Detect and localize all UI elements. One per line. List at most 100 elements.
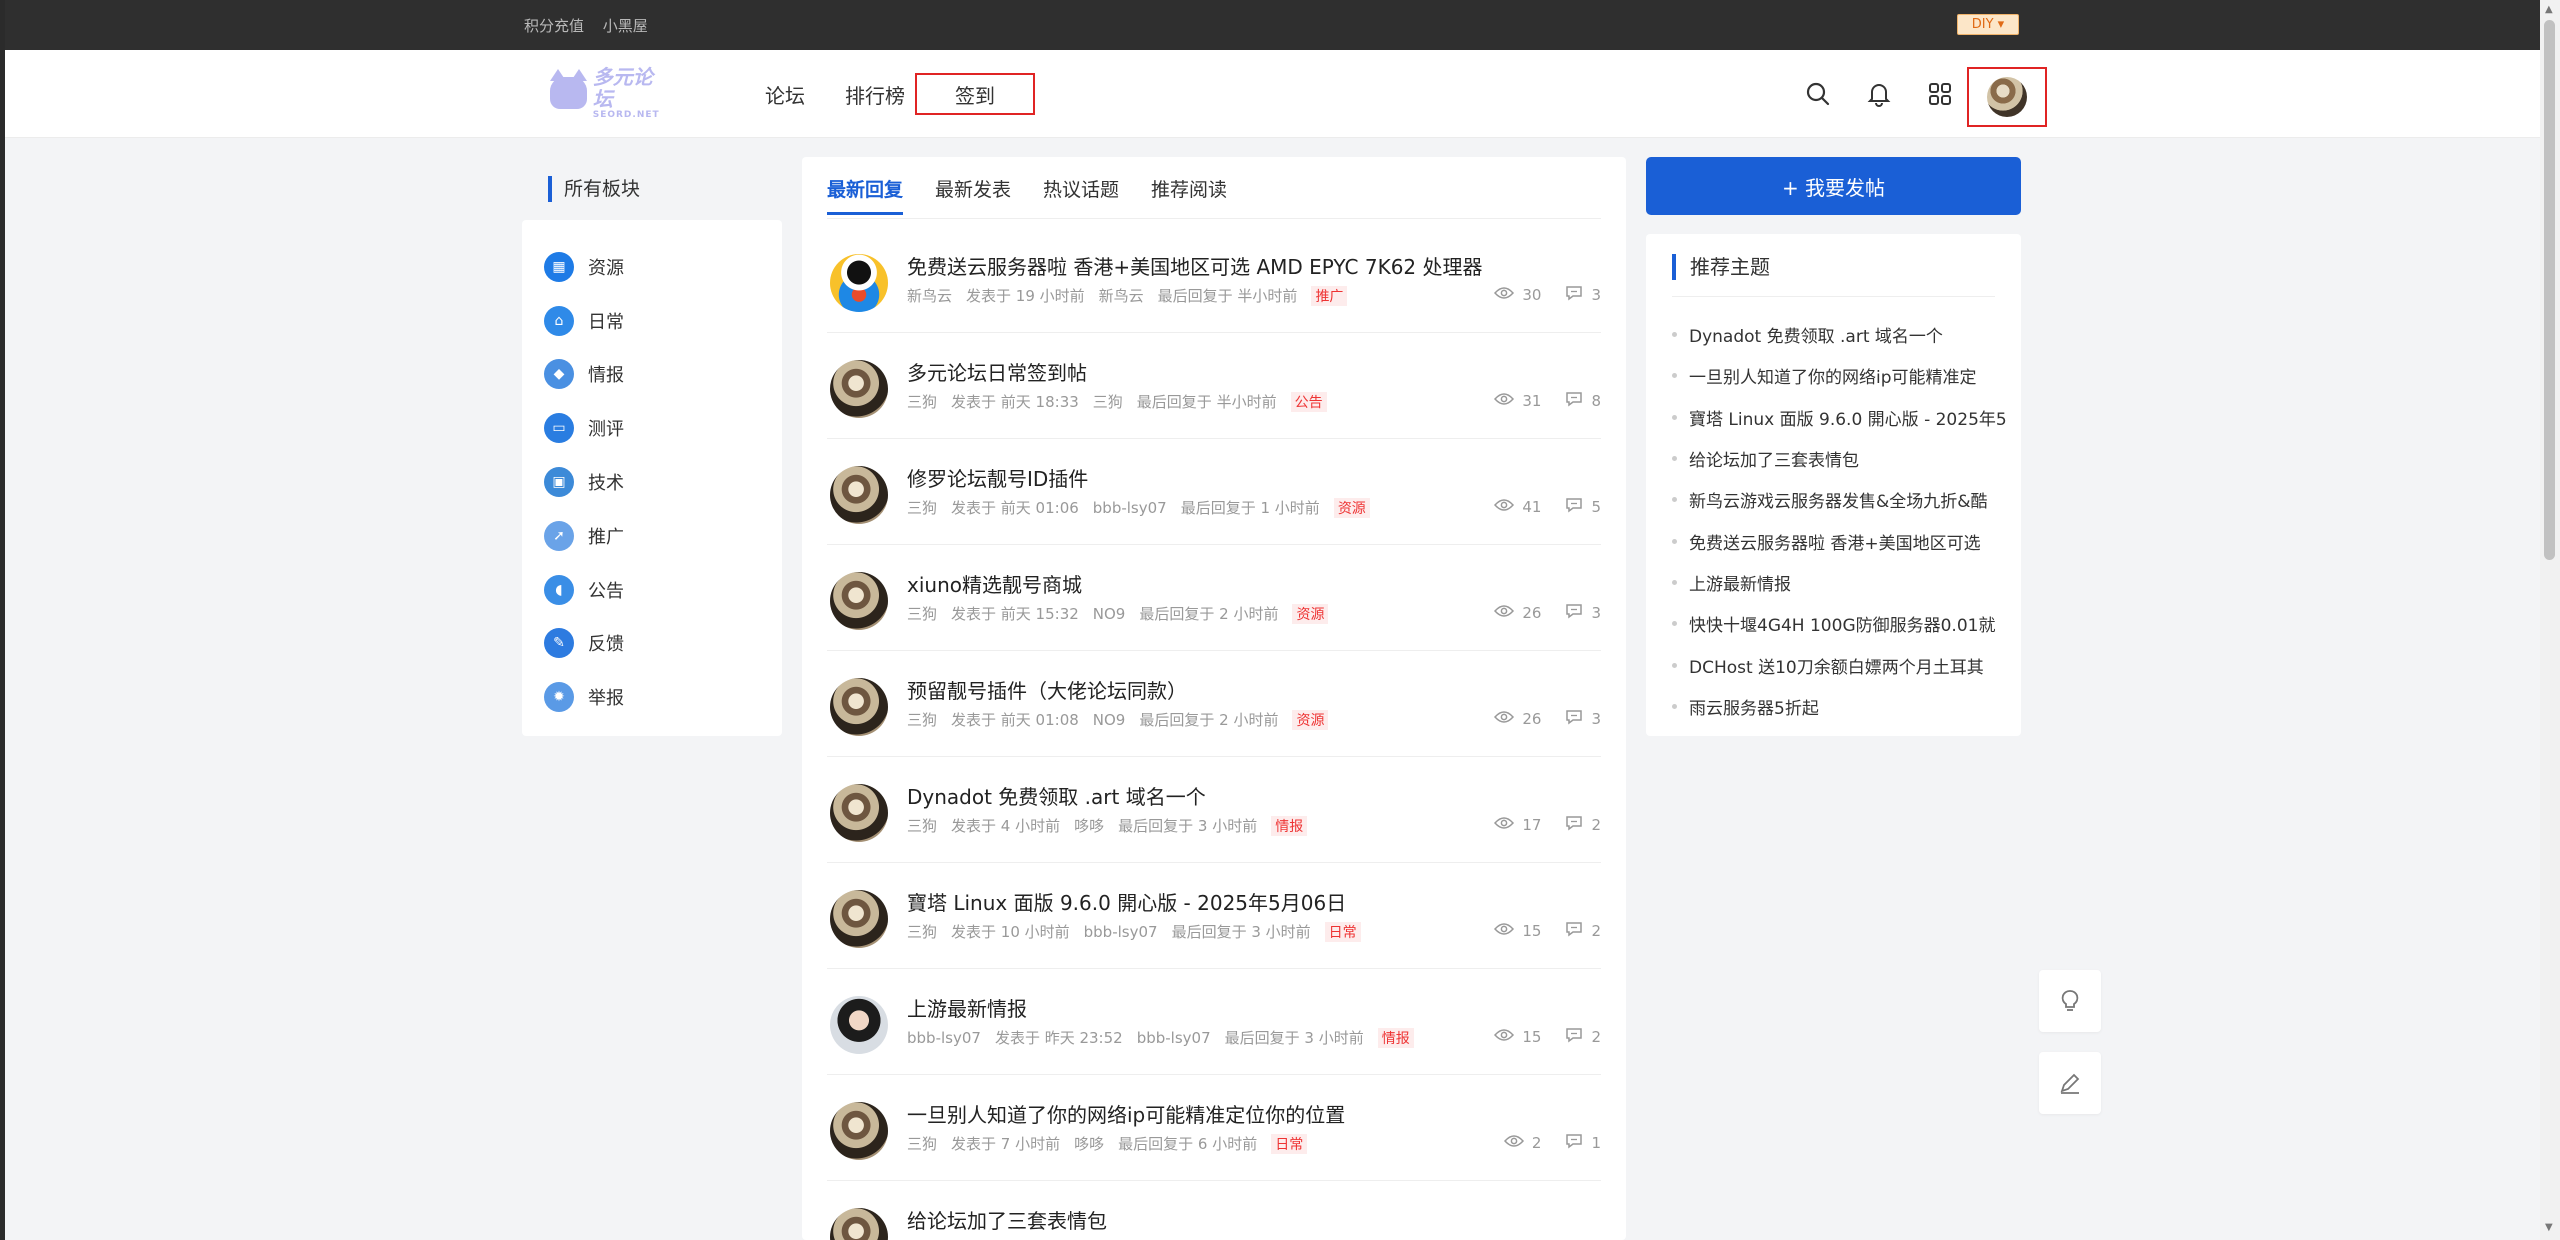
avatar[interactable] (830, 466, 888, 524)
thread-author[interactable]: 三狗 (907, 497, 937, 518)
thread-tag-badge[interactable]: 资源 (1292, 709, 1329, 730)
tab-latest-reply[interactable]: 最新回复 (827, 175, 904, 215)
logo-text: 多元论坛 (592, 65, 653, 111)
thread-author[interactable]: 三狗 (907, 391, 937, 412)
avatar[interactable] (830, 1102, 888, 1160)
thread-author[interactable]: 三狗 (907, 815, 937, 836)
site-logo[interactable]: 多元论坛 SEORD.NET (550, 66, 670, 120)
thread-row[interactable]: 一旦别人知道了你的网络ip可能精准定位你的位置 三狗 发表于 7 小时前 哆哆 最后回复… (827, 1075, 1601, 1181)
sidebar-item-announce[interactable]: ◖ 公告 (522, 563, 782, 617)
thread-title[interactable]: 给论坛加了三套表情包 (907, 1205, 1107, 1234)
edit-icon[interactable] (2039, 1052, 2101, 1114)
new-post-button[interactable]: + 我要发帖 (1646, 157, 2021, 215)
thread-tag-badge[interactable]: 日常 (1324, 921, 1361, 942)
recommend-item[interactable]: 寶塔 Linux 面版 9.6.0 開心版 - 2025年5 (1672, 397, 2012, 438)
thread-row[interactable]: 上游最新情报 bbb-lsy07 发表于 昨天 23:52 bbb-lsy07 最后回复… (827, 969, 1601, 1075)
thread-author[interactable]: 新鸟云 (907, 285, 952, 306)
avatar[interactable] (830, 784, 888, 842)
lightbulb-icon[interactable] (2039, 970, 2101, 1032)
thread-author[interactable]: bbb-lsy07 (907, 1029, 981, 1047)
avatar[interactable] (830, 890, 888, 948)
tab-hot-topics[interactable]: 热议话题 (1043, 175, 1119, 215)
page-scrollbar[interactable]: ▲ ▼ (2540, 0, 2560, 1240)
search-icon[interactable] (1800, 76, 1836, 112)
recommend-item[interactable]: 免费送云服务器啦 香港+美国地区可选 (1672, 520, 2012, 561)
diy-button[interactable]: DIY ▾ (1957, 14, 2019, 35)
thread-last-user[interactable]: NO9 (1093, 711, 1126, 729)
thread-last-user[interactable]: 哆哆 (1074, 815, 1104, 836)
thread-last-user[interactable]: 哆哆 (1074, 1133, 1104, 1154)
thread-author[interactable]: 三狗 (907, 709, 937, 730)
sidebar-item-feedback[interactable]: ✎ 反馈 (522, 617, 782, 671)
thread-title[interactable]: 上游最新情报 (907, 993, 1027, 1022)
thread-title[interactable]: 预留靓号插件（大佬论坛同款） (907, 675, 1187, 704)
recommend-item[interactable]: DCHost 送10刀余额白嫖两个月土耳其 (1672, 644, 2012, 685)
thread-title[interactable]: 寶塔 Linux 面版 9.6.0 開心版 - 2025年5月06日 (907, 887, 1346, 916)
thread-tag-badge[interactable]: 资源 (1292, 603, 1329, 624)
thread-row[interactable]: 修罗论坛靓号ID插件 三狗 发表于 前天 01:06 bbb-lsy07 最后回复于 1… (827, 439, 1601, 545)
thread-row[interactable]: 寶塔 Linux 面版 9.6.0 開心版 - 2025年5月06日 三狗 发表于 … (827, 863, 1601, 969)
user-avatar-button[interactable] (1967, 67, 2047, 127)
sidebar-item-report[interactable]: ✹ 举报 (522, 670, 782, 724)
scrollbar-thumb[interactable] (2544, 20, 2555, 560)
thread-last-user[interactable]: bbb-lsy07 (1137, 1029, 1211, 1047)
thread-last-user[interactable]: 新鸟云 (1099, 285, 1144, 306)
thread-row[interactable]: xiuno精选靓号商城 三狗 发表于 前天 15:32 NO9 最后回复于 2 小时前资… (827, 545, 1601, 651)
thread-row[interactable]: 给论坛加了三套表情包 (827, 1181, 1601, 1240)
thread-tag-badge[interactable]: 资源 (1333, 497, 1370, 518)
thread-last-user[interactable]: 三狗 (1093, 391, 1123, 412)
thread-row[interactable]: 多元论坛日常签到帖 三狗 发表于 前天 18:33 三狗 最后回复于 半小时前 公告 31 8 (827, 333, 1601, 439)
thread-title[interactable]: xiuno精选靓号商城 (907, 569, 1082, 598)
scroll-down-icon[interactable]: ▼ (2545, 1222, 2553, 1233)
thread-title[interactable]: 修罗论坛靓号ID插件 (907, 463, 1088, 492)
thread-author[interactable]: 三狗 (907, 1133, 937, 1154)
avatar[interactable] (830, 254, 888, 312)
thread-tag-badge[interactable]: 情报 (1377, 1027, 1414, 1048)
recommend-item[interactable]: Dynadot 免费领取 .art 域名一个 (1672, 314, 2012, 355)
apps-grid-icon[interactable] (1922, 76, 1958, 112)
tab-recommended[interactable]: 推荐阅读 (1151, 175, 1227, 215)
avatar[interactable] (830, 996, 888, 1054)
avatar[interactable] (830, 1208, 888, 1240)
recommend-item[interactable]: 新鸟云游戏云服务器发售&全场九折&酷 (1672, 479, 2012, 520)
sidebar-item-tech[interactable]: ▣ 技术 (522, 455, 782, 509)
sidebar-item-resource[interactable]: ▦ 资源 (522, 240, 782, 294)
thread-last-user[interactable]: NO9 (1093, 605, 1126, 623)
thread-title[interactable]: Dynadot 免费领取 .art 域名一个 (907, 781, 1206, 810)
thread-row[interactable]: 预留靓号插件（大佬论坛同款） 三狗 发表于 前天 01:08 NO9 最后回复于 2 小… (827, 651, 1601, 757)
sidebar-item-review[interactable]: ▭ 测评 (522, 401, 782, 455)
thread-tag-badge[interactable]: 推广 (1311, 285, 1348, 306)
thread-author[interactable]: 三狗 (907, 921, 937, 942)
avatar[interactable] (830, 572, 888, 630)
bell-icon[interactable] (1861, 76, 1897, 112)
recommend-item[interactable]: 快快十堰4G4H 100G防御服务器0.01就 (1672, 603, 2012, 644)
thread-row[interactable]: Dynadot 免费领取 .art 域名一个 三狗 发表于 4 小时前 哆哆 最后回复于… (827, 757, 1601, 863)
recommend-item[interactable]: 一旦别人知道了你的网络ip可能精准定 (1672, 355, 2012, 396)
thread-last-user[interactable]: bbb-lsy07 (1084, 923, 1158, 941)
thread-title[interactable]: 多元论坛日常签到帖 (907, 357, 1087, 386)
nav-forum[interactable]: 论坛 (765, 80, 805, 109)
blacklist-link[interactable]: 小黑屋 (603, 17, 648, 35)
thread-author[interactable]: 三狗 (907, 603, 937, 624)
thread-tag-badge[interactable]: 日常 (1271, 1133, 1308, 1154)
sidebar-item-intel[interactable]: ◆ 情报 (522, 348, 782, 402)
scroll-up-icon[interactable]: ▲ (2545, 4, 2553, 15)
tab-latest-post[interactable]: 最新发表 (935, 175, 1011, 215)
sidebar-item-promote[interactable]: ➚ 推广 (522, 509, 782, 563)
thread-tag-badge[interactable]: 公告 (1290, 391, 1327, 412)
avatar[interactable] (830, 678, 888, 736)
thread-title[interactable]: 一旦别人知道了你的网络ip可能精准定位你的位置 (907, 1099, 1345, 1128)
thread-last-user[interactable]: bbb-lsy07 (1093, 499, 1167, 517)
thread-title[interactable]: 免费送云服务器啦 香港+美国地区可选 AMD EPYC 7K62 处理器 (907, 251, 1483, 280)
top-bar: 积分充值 小黑屋 DIY ▾ (0, 0, 2560, 50)
thread-tag-badge[interactable]: 情报 (1271, 815, 1308, 836)
sidebar-item-daily[interactable]: ⌂ 日常 (522, 294, 782, 348)
thread-row[interactable]: 免费送云服务器啦 香港+美国地区可选 AMD EPYC 7K62 处理器 新鸟云发… (827, 227, 1601, 333)
recommend-item[interactable]: 给论坛加了三套表情包 (1672, 438, 2012, 479)
recommend-item[interactable]: 上游最新情报 (1672, 562, 2012, 603)
nav-checkin[interactable]: 签到 (915, 73, 1035, 115)
avatar[interactable] (830, 360, 888, 418)
recommend-item[interactable]: 雨云服务器5折起 (1672, 686, 2012, 727)
nav-ranking[interactable]: 排行榜 (845, 80, 905, 109)
recharge-link[interactable]: 积分充值 (524, 17, 584, 35)
